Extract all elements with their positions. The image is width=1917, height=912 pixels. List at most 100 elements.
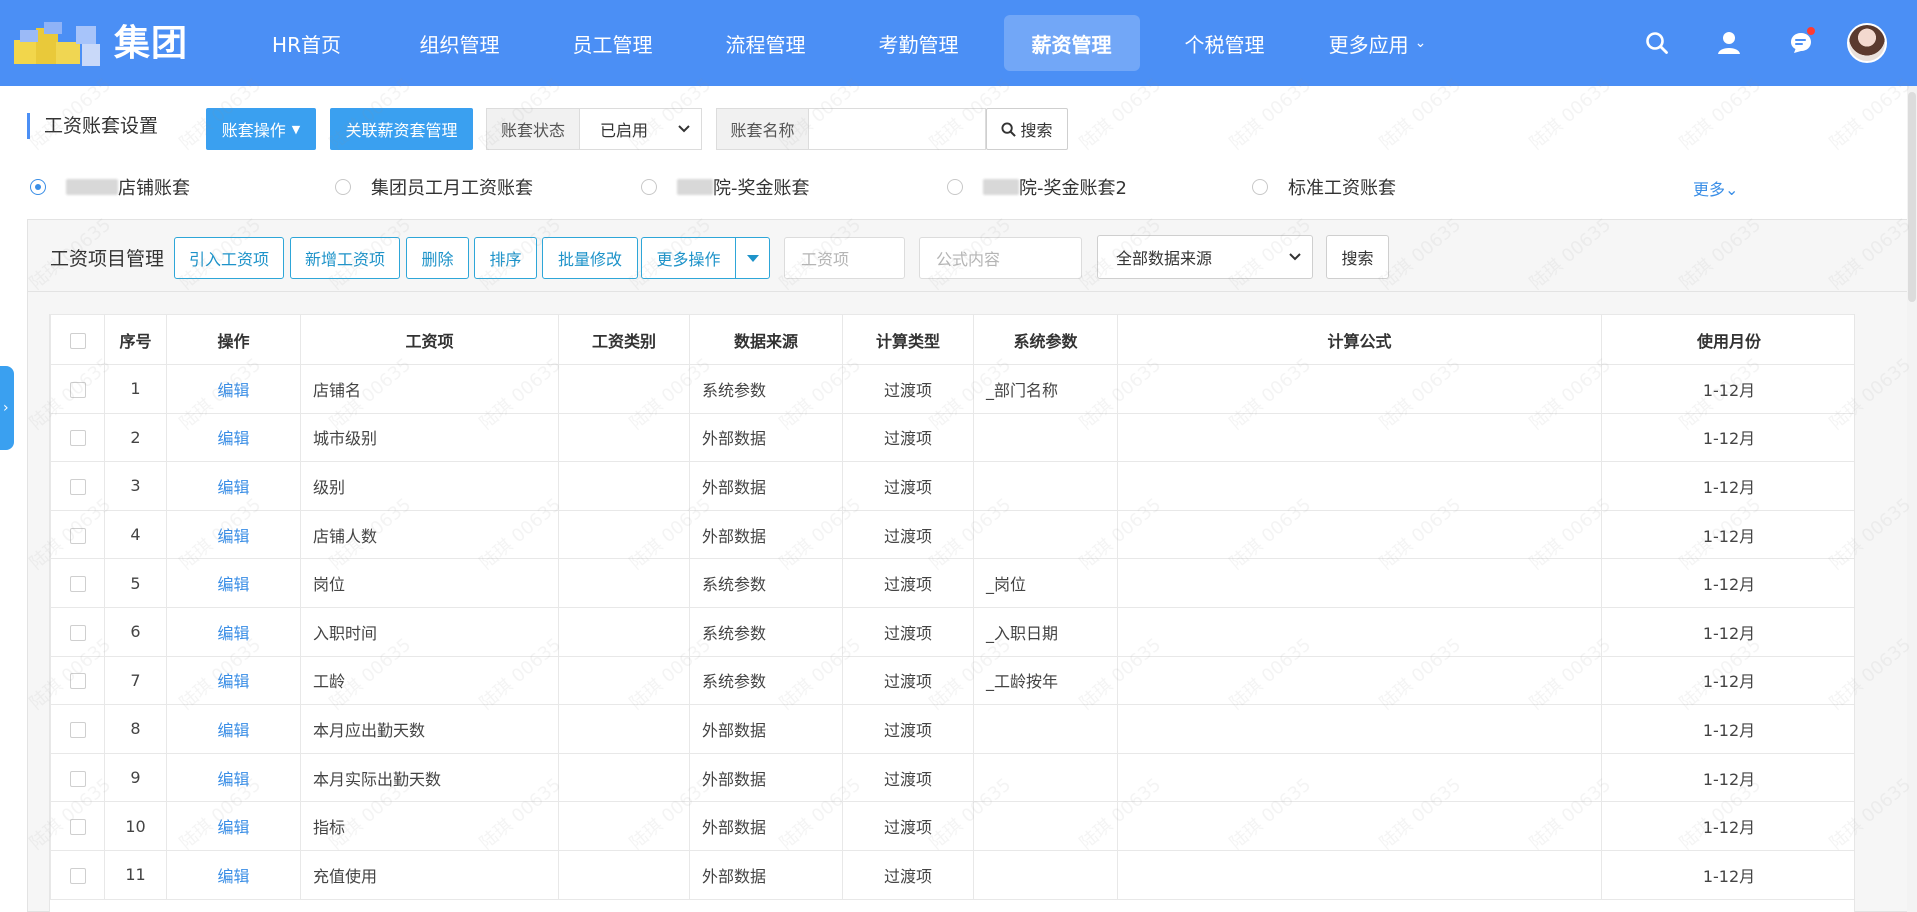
table-row: 1 编辑 店铺名 系统参数 过渡项 _部门名称 1-12月 xyxy=(50,364,1854,414)
edit-link[interactable]: 编辑 xyxy=(166,558,301,608)
table-row: 2 编辑 城市级别 外部数据 过渡项 1-12月 xyxy=(50,412,1854,463)
cell-months: 1-12月 xyxy=(1601,606,1854,657)
cell-no: 9 xyxy=(104,752,167,803)
row-checkbox[interactable] xyxy=(69,430,86,447)
sort-button[interactable]: 排序 xyxy=(474,237,537,279)
row-checkbox[interactable] xyxy=(69,819,86,836)
edit-link[interactable]: 编辑 xyxy=(166,849,301,900)
nav-label: 员工管理 xyxy=(572,32,653,57)
radio-label: 集团员工月工资账套 xyxy=(371,178,533,199)
link-payroll-button[interactable]: 关联薪资套管理 xyxy=(330,108,473,150)
cell-calc-type: 过渡项 xyxy=(842,606,974,657)
nav-label: HR首页 xyxy=(272,32,341,57)
nav-employee[interactable]: 员工管理 xyxy=(536,0,689,86)
import-item-button[interactable]: 引入工资项 xyxy=(174,237,284,279)
cell-param: _岗位 xyxy=(973,558,1118,608)
cell-formula xyxy=(1117,558,1602,608)
notification-dot xyxy=(1807,27,1815,35)
side-expand-tab[interactable]: › xyxy=(0,366,14,450)
row-checkbox[interactable] xyxy=(69,673,86,690)
row-checkbox[interactable] xyxy=(69,867,86,884)
batch-edit-button[interactable]: 批量修改 xyxy=(542,237,638,279)
filter-search-button[interactable]: 搜索 xyxy=(1326,235,1389,279)
user-icon[interactable] xyxy=(1693,31,1765,55)
cell-param xyxy=(973,704,1118,754)
radio-account-store[interactable]: 店铺账套 xyxy=(30,172,190,202)
data-source-select[interactable]: 全部数据来源 xyxy=(1097,235,1313,279)
cell-months: 1-12月 xyxy=(1601,752,1854,803)
cell-source: 系统参数 xyxy=(689,364,843,414)
cell-item: 店铺人数 xyxy=(300,509,559,560)
cell-param xyxy=(973,849,1118,900)
message-icon[interactable] xyxy=(1765,27,1837,55)
radio-account-bonus[interactable]: 院-奖金账套 xyxy=(641,172,810,202)
edit-link[interactable]: 编辑 xyxy=(166,412,301,463)
edit-link[interactable]: 编辑 xyxy=(166,655,301,706)
panel-title: 工资项目管理 xyxy=(50,248,165,270)
account-search-button[interactable]: 搜索 xyxy=(986,108,1068,150)
row-checkbox[interactable] xyxy=(69,381,86,398)
nav-attendance[interactable]: 考勤管理 xyxy=(842,0,995,86)
radio-button[interactable] xyxy=(30,179,46,195)
cell-no: 7 xyxy=(104,655,167,706)
nav-tax[interactable]: 个税管理 xyxy=(1148,0,1301,86)
more-ops-button[interactable]: 更多操作 xyxy=(641,237,736,279)
cell-source: 外部数据 xyxy=(689,752,843,803)
account-name-input[interactable] xyxy=(808,108,986,150)
edit-link[interactable]: 编辑 xyxy=(166,704,301,754)
nav-label: 考勤管理 xyxy=(878,32,959,57)
radio-button[interactable] xyxy=(1252,179,1268,195)
search-icon[interactable] xyxy=(1621,31,1693,55)
cell-months: 1-12月 xyxy=(1601,801,1854,851)
radio-button[interactable] xyxy=(641,179,657,195)
add-item-button[interactable]: 新增工资项 xyxy=(290,237,400,279)
account-ops-button[interactable]: 账套操作 ▼ xyxy=(206,108,316,150)
row-checkbox[interactable] xyxy=(69,527,86,544)
cell-source: 系统参数 xyxy=(689,655,843,706)
more-accounts-link[interactable]: 更多⌄ xyxy=(1693,176,1738,200)
status-select[interactable]: 已启用 xyxy=(579,108,702,150)
nav-payroll[interactable]: 薪资管理 xyxy=(995,0,1148,86)
row-checkbox[interactable] xyxy=(69,624,86,641)
formula-filter[interactable]: 公式内容 xyxy=(919,237,1082,279)
col-header: 计算类型 xyxy=(842,314,974,365)
nav-more-apps[interactable]: 更多应用 ⌄ xyxy=(1301,0,1454,86)
scrollbar-thumb[interactable] xyxy=(1908,92,1916,302)
table-row: 4 编辑 店铺人数 外部数据 过渡项 1-12月 xyxy=(50,509,1854,560)
cell-param: _部门名称 xyxy=(973,364,1118,414)
brand-logo[interactable]: 集团 xyxy=(14,20,204,70)
cell-item: 级别 xyxy=(300,461,559,511)
edit-link[interactable]: 编辑 xyxy=(166,752,301,803)
row-checkbox[interactable] xyxy=(69,770,86,787)
cell-months: 1-12月 xyxy=(1601,655,1854,706)
radio-button[interactable] xyxy=(947,179,963,195)
edit-link[interactable]: 编辑 xyxy=(166,509,301,560)
logo-mosaic xyxy=(14,22,114,72)
cell-param xyxy=(973,509,1118,560)
cell-item: 本月应出勤天数 xyxy=(300,704,559,754)
cell-param xyxy=(973,412,1118,463)
cell-months: 1-12月 xyxy=(1601,509,1854,560)
delete-button[interactable]: 删除 xyxy=(406,237,469,279)
edit-link[interactable]: 编辑 xyxy=(166,801,301,851)
edit-link[interactable]: 编辑 xyxy=(166,364,301,414)
radio-button[interactable] xyxy=(335,179,351,195)
select-all-checkbox[interactable] xyxy=(69,332,86,349)
edit-link[interactable]: 编辑 xyxy=(166,606,301,657)
radio-account-group-monthly[interactable]: 集团员工月工资账套 xyxy=(335,172,533,202)
row-checkbox[interactable] xyxy=(69,721,86,738)
cell-item: 入职时间 xyxy=(300,606,559,657)
row-checkbox[interactable] xyxy=(69,478,86,495)
nav-org[interactable]: 组织管理 xyxy=(383,0,536,86)
redacted-text xyxy=(66,179,118,195)
more-ops-dropdown[interactable] xyxy=(735,237,770,279)
radio-account-bonus-2[interactable]: 院-奖金账套2 xyxy=(947,172,1127,202)
edit-link[interactable]: 编辑 xyxy=(166,461,301,511)
row-checkbox[interactable] xyxy=(69,576,86,593)
nav-hr-home[interactable]: HR首页 xyxy=(230,0,383,86)
avatar[interactable] xyxy=(1847,23,1887,63)
radio-account-standard[interactable]: 标准工资账套 xyxy=(1252,172,1396,202)
salary-item-filter[interactable]: 工资项 xyxy=(784,237,905,279)
nav-workflow[interactable]: 流程管理 xyxy=(689,0,842,86)
row-checkbox-cell xyxy=(50,849,105,900)
